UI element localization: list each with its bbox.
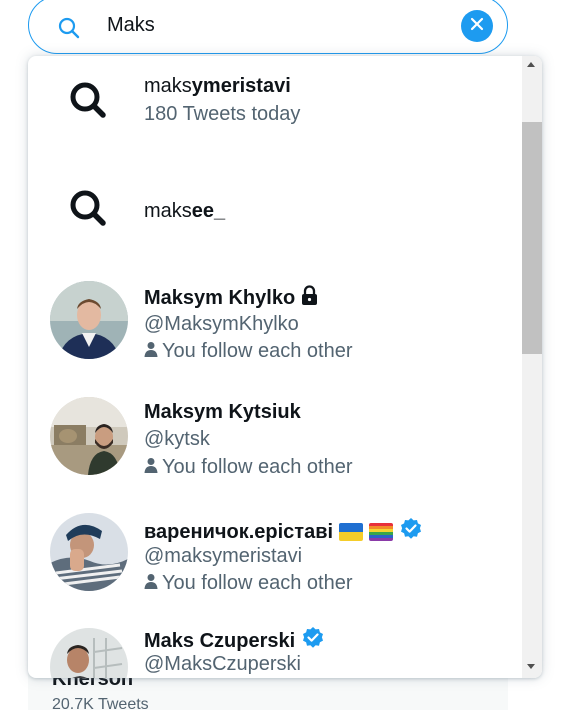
rainbow-flag-icon — [369, 523, 394, 541]
query-prefix: maks — [144, 75, 192, 97]
ukraine-flag-icon — [339, 523, 364, 541]
search-suggestions-dropdown: maksymeristavi 180 Tweets today maksee_ — [28, 56, 542, 678]
suggestions-list: maksymeristavi 180 Tweets today maksee_ — [28, 56, 522, 678]
lock-icon — [301, 285, 318, 311]
avatar — [50, 513, 128, 591]
person-icon — [144, 340, 158, 363]
user-display-name: Maksym Kytsiuk — [144, 401, 301, 424]
follow-status: You follow each other — [144, 572, 353, 595]
dropdown-scrollbar[interactable] — [522, 56, 542, 678]
user-handle: @MaksymKhylko — [144, 313, 299, 335]
query-completion: ee_ — [191, 200, 226, 222]
avatar — [50, 628, 128, 678]
query-completion: ymeristavi — [191, 75, 291, 97]
user-result[interactable]: вареничок.еріставі @maksymeristavi You f… — [28, 502, 522, 618]
user-handle: @MaksCzuperski — [144, 653, 302, 675]
user-result[interactable]: Maks Czuperski @MaksCzuperski — [28, 618, 522, 678]
follow-status-text: You follow each other — [162, 572, 353, 594]
verified-badge-icon — [399, 517, 423, 547]
search-bar[interactable]: Maks — [28, 0, 508, 54]
search-icon — [66, 78, 110, 122]
user-name-text: вареничок.еріставі — [144, 520, 334, 543]
user-name-text: Maksym Khylko — [144, 286, 296, 309]
suggestion-subtext: 180 Tweets today — [144, 103, 301, 125]
user-display-name: вареничок.еріставі — [144, 517, 423, 547]
close-icon — [469, 16, 485, 37]
user-handle: @kytsk — [144, 428, 210, 450]
scroll-up-arrow-icon[interactable] — [527, 62, 535, 67]
verified-badge-icon — [301, 626, 325, 656]
user-display-name: Maks Czuperski — [144, 626, 325, 656]
user-result[interactable]: Maksym Khylko @MaksymKhylko You follow e… — [28, 270, 522, 386]
trend-tweet-count: 20.7K Tweets — [52, 696, 149, 713]
query-prefix: maks — [144, 200, 192, 222]
search-icon — [66, 186, 110, 230]
follow-status: You follow each other — [144, 340, 353, 363]
search-suggestion[interactable]: maksee_ — [28, 174, 522, 252]
follow-status: You follow each other — [144, 456, 353, 479]
user-name-text: Maksym Kytsiuk — [144, 401, 301, 423]
follow-status-text: You follow each other — [162, 456, 353, 478]
avatar — [50, 281, 128, 359]
search-icon — [57, 16, 81, 40]
person-icon — [144, 456, 158, 479]
search-input[interactable]: Maks — [107, 14, 155, 37]
user-display-name: Maksym Khylko — [144, 285, 318, 311]
suggestion-query: maksymeristavi — [144, 75, 291, 98]
user-name-text: Maks Czuperski — [144, 629, 296, 652]
scroll-down-arrow-icon[interactable] — [527, 664, 535, 669]
search-suggestion[interactable]: maksymeristavi 180 Tweets today — [28, 56, 522, 174]
clear-search-button[interactable] — [461, 10, 493, 42]
avatar — [50, 397, 128, 475]
user-handle: @maksymeristavi — [144, 545, 303, 567]
follow-status-text: You follow each other — [162, 340, 353, 362]
suggestion-query: maksee_ — [144, 200, 225, 223]
user-result[interactable]: Maksym Kytsiuk @kytsk You follow each ot… — [28, 386, 522, 502]
scrollbar-thumb[interactable] — [522, 122, 542, 354]
person-icon — [144, 572, 158, 595]
